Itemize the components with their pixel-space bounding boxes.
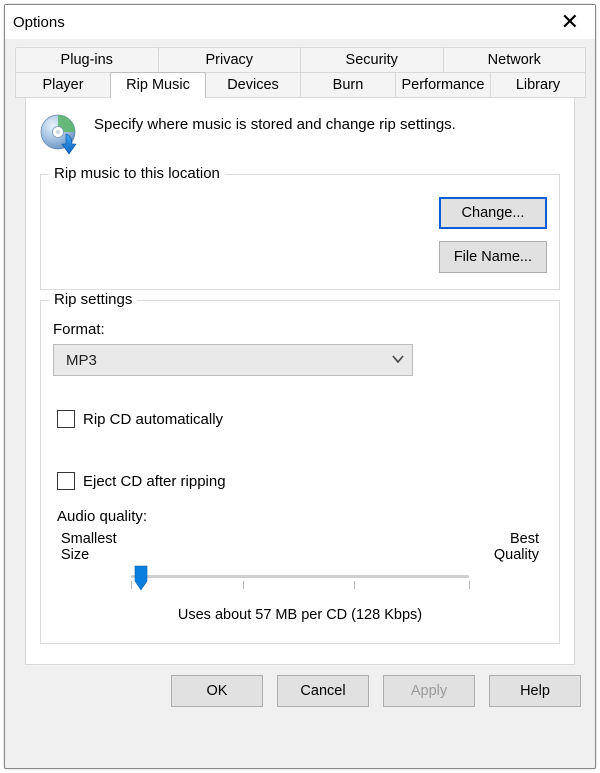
tab-burn[interactable]: Burn: [300, 72, 396, 98]
chevron-down-icon: [392, 353, 404, 368]
close-icon[interactable]: ✕: [553, 9, 587, 35]
apply-button[interactable]: Apply: [383, 675, 475, 707]
audio-quality-slider-zone: Smallest Size Best Quality: [53, 531, 547, 623]
eject-row[interactable]: Eject CD after ripping: [57, 472, 547, 490]
slider-right-label-1: Best: [494, 531, 539, 547]
auto-rip-checkbox[interactable]: [57, 410, 75, 428]
cancel-button[interactable]: Cancel: [277, 675, 369, 707]
tab-privacy[interactable]: Privacy: [158, 47, 302, 73]
eject-label: Eject CD after ripping: [83, 473, 226, 490]
tab-network[interactable]: Network: [443, 47, 587, 73]
eject-checkbox[interactable]: [57, 472, 75, 490]
slider-end-labels: Smallest Size Best Quality: [61, 531, 539, 563]
file-name-button[interactable]: File Name...: [439, 241, 547, 273]
intro-text: Specify where music is stored and change…: [94, 112, 456, 133]
tab-devices[interactable]: Devices: [205, 72, 301, 98]
group-rip-settings: Rip settings Format: MP3 Rip CD automati…: [40, 300, 560, 644]
slider-track: [131, 575, 469, 578]
rip-music-icon: [38, 112, 82, 160]
dialog-buttons: OK Cancel Apply Help: [5, 665, 595, 721]
slider-right-label-2: Quality: [494, 547, 539, 563]
options-dialog: Options ✕ Plug-ins Privacy Security Netw…: [4, 4, 596, 769]
tab-row-upper: Plug-ins Privacy Security Network: [15, 47, 585, 73]
slider-thumb[interactable]: [134, 565, 148, 591]
auto-rip-row[interactable]: Rip CD automatically: [57, 410, 547, 428]
format-dropdown-value: MP3: [66, 352, 97, 369]
audio-quality-slider[interactable]: [131, 569, 469, 601]
group-rip-location: Rip music to this location Change... Fil…: [40, 174, 560, 290]
titlebar: Options ✕: [5, 5, 595, 39]
tabs-container: Plug-ins Privacy Security Network Player…: [5, 39, 595, 665]
ok-button[interactable]: OK: [171, 675, 263, 707]
tab-security[interactable]: Security: [300, 47, 444, 73]
help-button[interactable]: Help: [489, 675, 581, 707]
auto-rip-label: Rip CD automatically: [83, 411, 223, 428]
tab-library[interactable]: Library: [490, 72, 586, 98]
tab-panel-rip-music: Specify where music is stored and change…: [25, 98, 575, 665]
tab-plugins[interactable]: Plug-ins: [15, 47, 159, 73]
format-label: Format:: [53, 321, 547, 338]
slider-left-label-2: Size: [61, 547, 117, 563]
tab-row-lower: Player Rip Music Devices Burn Performanc…: [15, 72, 585, 98]
group-rip-location-legend: Rip music to this location: [49, 165, 225, 182]
tab-performance[interactable]: Performance: [395, 72, 491, 98]
tab-player[interactable]: Player: [15, 72, 111, 98]
audio-quality-label: Audio quality:: [57, 508, 547, 525]
format-dropdown[interactable]: MP3: [53, 344, 413, 376]
group-rip-settings-legend: Rip settings: [49, 291, 137, 308]
tab-rip-music[interactable]: Rip Music: [110, 72, 206, 98]
window-title: Options: [13, 14, 553, 31]
change-location-button[interactable]: Change...: [439, 197, 547, 229]
intro-row: Specify where music is stored and change…: [38, 112, 562, 160]
slider-left-label-1: Smallest: [61, 531, 117, 547]
slider-info-text: Uses about 57 MB per CD (128 Kbps): [61, 607, 539, 623]
